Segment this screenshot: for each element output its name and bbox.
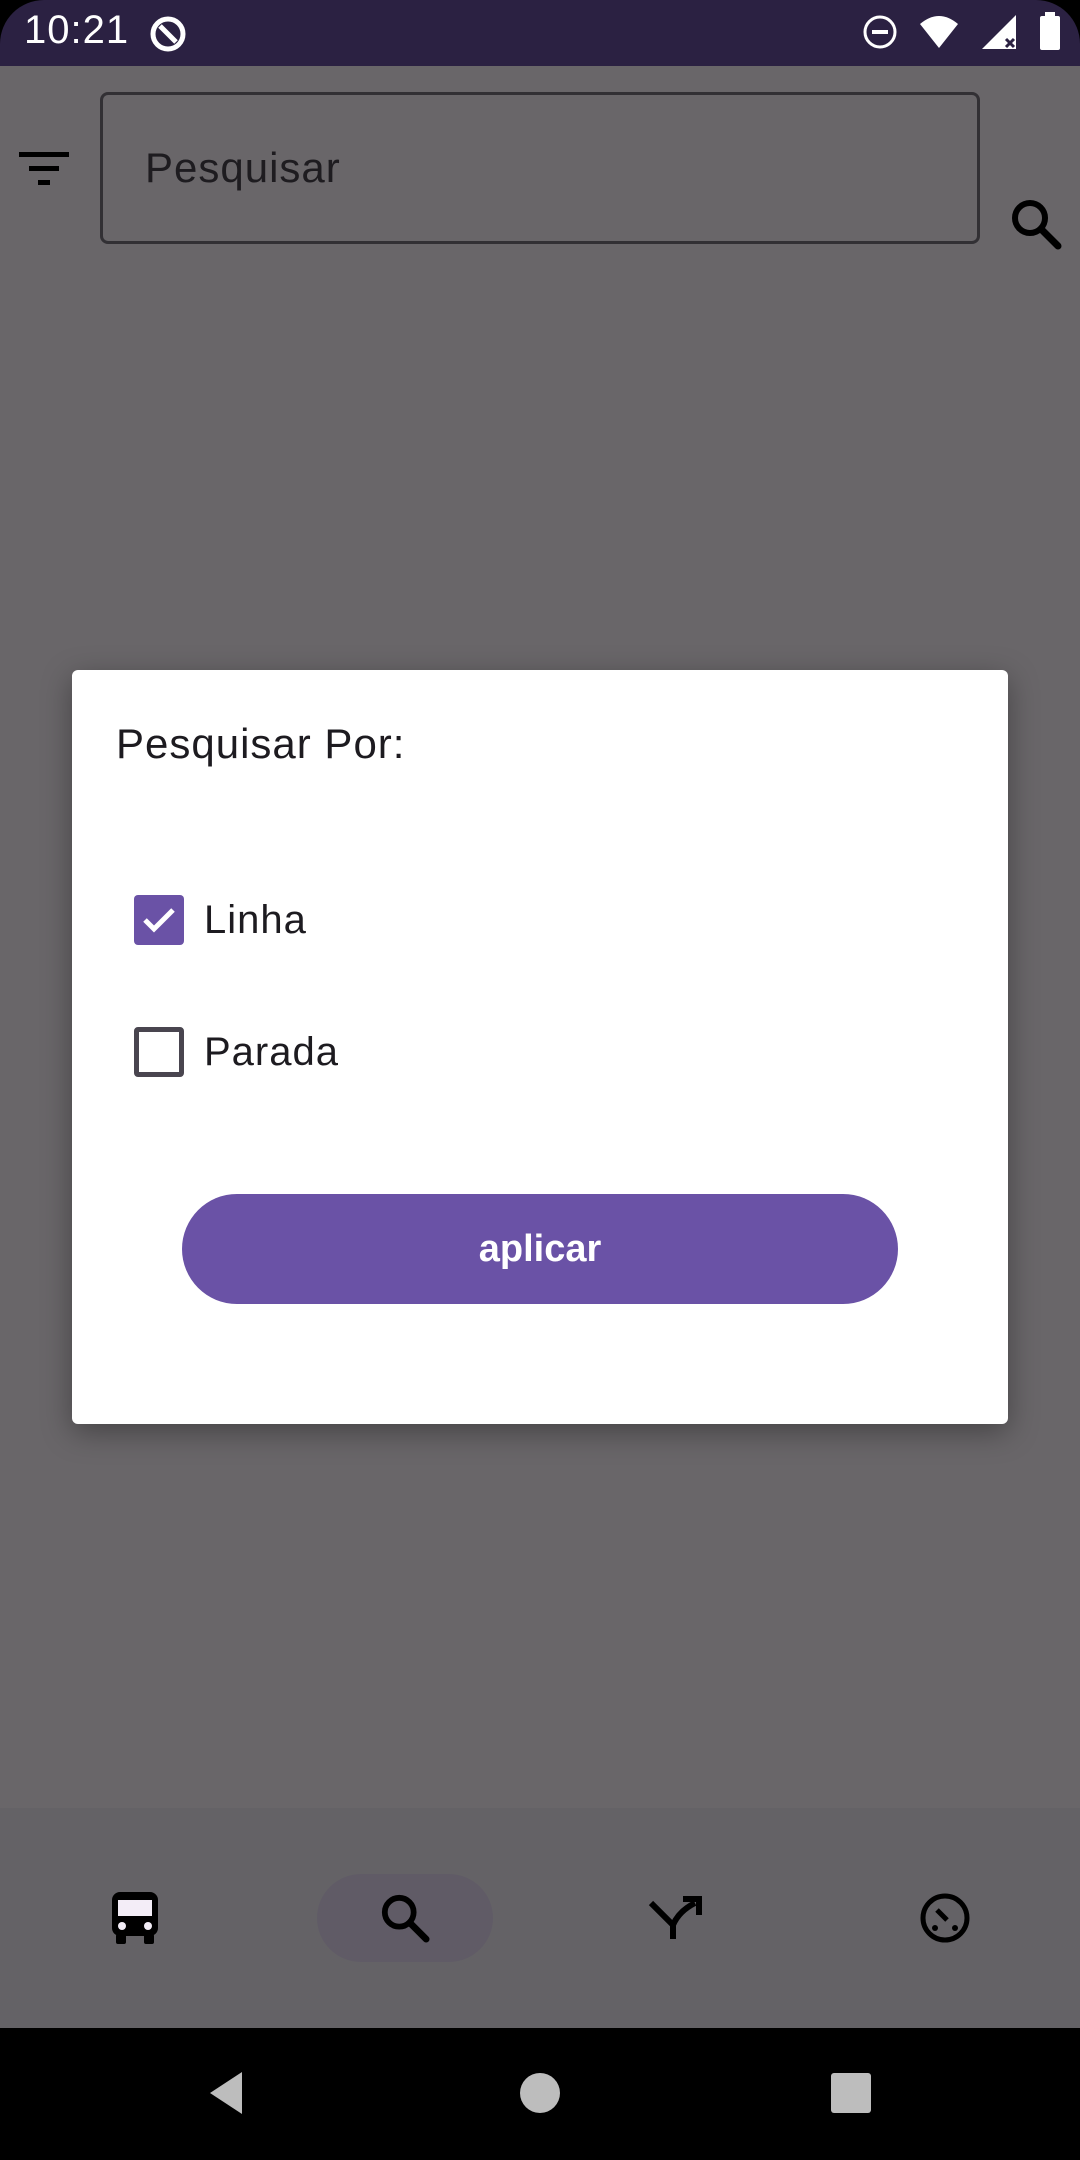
checkbox-linha[interactable] [134, 895, 184, 945]
battery-icon [1038, 12, 1062, 52]
option-linha[interactable]: Linha [134, 890, 307, 950]
search-by-dialog: Pesquisar Por: Linha Parada aplicar [72, 670, 1008, 1424]
dialog-title: Pesquisar Por: [116, 720, 406, 767]
status-bar: 10:21 [0, 0, 1080, 66]
option-parada[interactable]: Parada [134, 1022, 339, 1082]
wifi-icon [918, 14, 960, 50]
home-icon [520, 2073, 560, 2113]
system-navigation-bar [0, 2028, 1080, 2160]
home-button[interactable] [505, 2058, 575, 2128]
signal-icon [980, 13, 1018, 51]
checkbox-parada[interactable] [134, 1027, 184, 1077]
back-button[interactable] [192, 2058, 262, 2128]
recents-icon [831, 2073, 871, 2113]
back-icon [210, 2072, 242, 2114]
recents-button[interactable] [816, 2058, 886, 2128]
status-time: 10:21 [24, 8, 130, 52]
apply-button[interactable]: aplicar [182, 1194, 898, 1304]
route-split-icon [648, 1896, 702, 1939]
option-label-parada: Parada [204, 1029, 339, 1074]
do-not-disturb-icon [862, 14, 898, 50]
check-icon [143, 908, 175, 933]
option-label-linha: Linha [204, 897, 307, 942]
sync-badge-icon [148, 14, 188, 54]
search-icon [381, 1894, 430, 1943]
timer-icon [920, 1893, 970, 1943]
bus-icon [112, 1892, 158, 1944]
